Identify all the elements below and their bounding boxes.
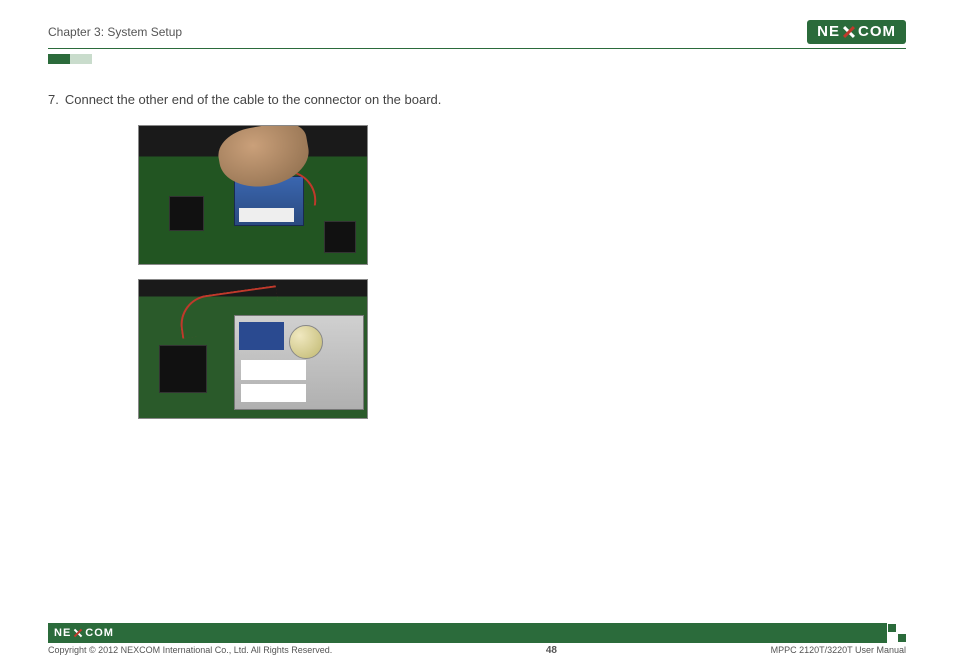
brand-text-left: NE [817,23,840,40]
instruction-step: 7. Connect the other end of the cable to… [48,92,906,107]
header-tab-decoration [48,54,906,64]
brand-x-icon [842,25,856,39]
step-number: 7. [48,92,59,107]
footer-brand-logo: NE COM [54,627,114,639]
instruction-photo-1 [138,125,368,265]
footer-meta: Copyright © 2012 NEXCOM International Co… [48,645,906,656]
page-number: 48 [546,645,557,656]
brand-logo: NE COM [807,20,906,44]
footer-bar: NE COM [48,623,906,643]
manual-name: MPPC 2120T/3220T User Manual [771,645,906,656]
footer-brand-right: COM [85,627,114,639]
instruction-images [138,125,906,419]
step-text: Connect the other end of the cable to th… [65,92,442,107]
footer-brand-x-icon [73,628,83,638]
page-footer: NE COM Copyright © 2012 NEXCOM Internati… [48,623,906,656]
chapter-title: Chapter 3: System Setup [48,25,182,39]
main-content: 7. Connect the other end of the cable to… [48,92,906,419]
instruction-photo-2 [138,279,368,419]
page-header: Chapter 3: System Setup NE COM [48,20,906,44]
copyright-text: Copyright © 2012 NEXCOM International Co… [48,645,332,656]
footer-brand-left: NE [54,627,71,639]
brand-text-right: COM [858,23,896,40]
footer-decoration-icon [887,623,907,643]
header-rule [48,48,906,49]
